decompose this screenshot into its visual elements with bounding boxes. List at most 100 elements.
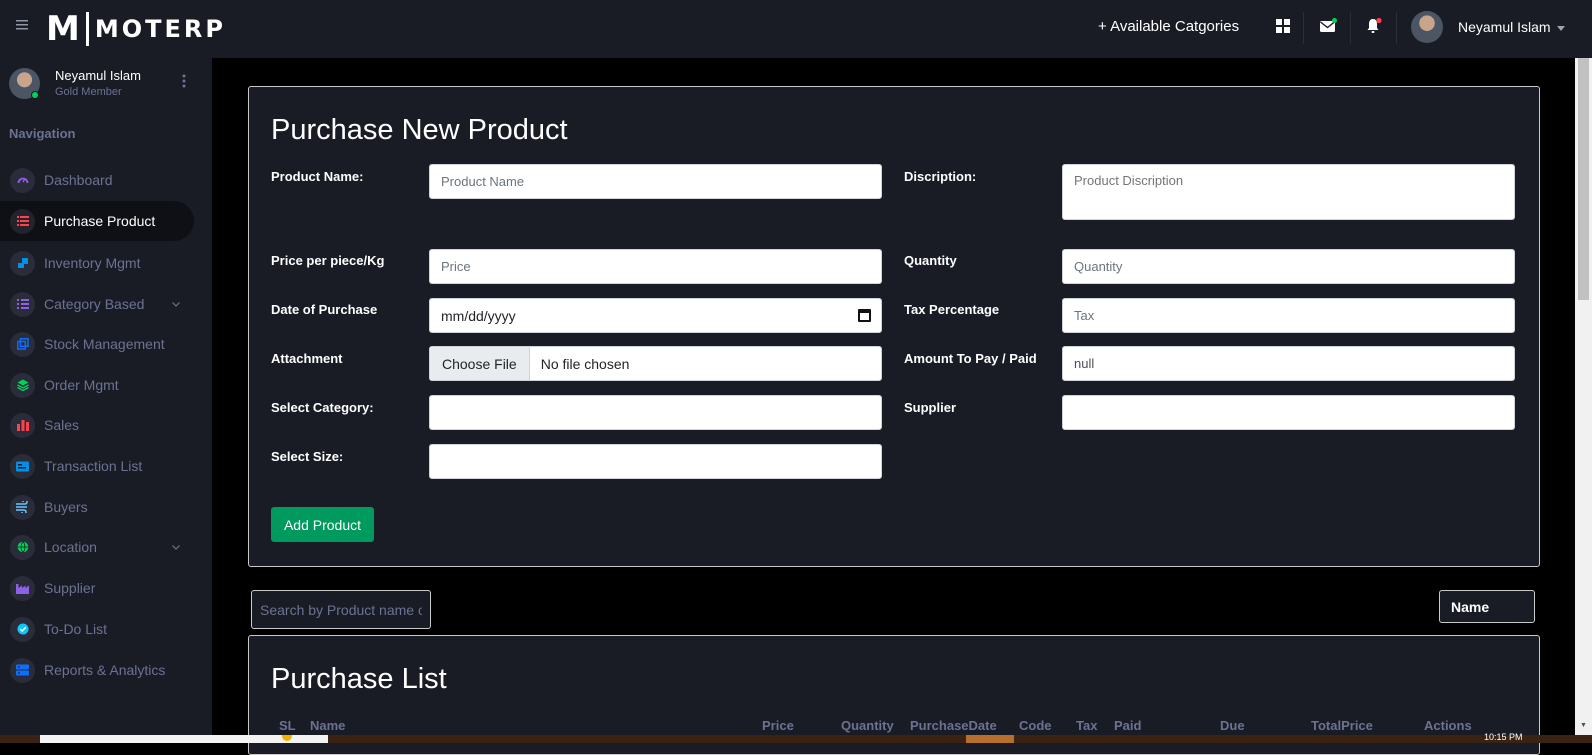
speedometer-icon [10, 167, 35, 193]
taskbar-app[interactable] [966, 735, 1014, 743]
layers-icon [10, 372, 35, 398]
inventory-icon [10, 250, 35, 276]
avatar[interactable] [1411, 11, 1443, 43]
sidebar-item-label: Purchase Product [44, 213, 156, 229]
list-title: Purchase List [271, 663, 447, 695]
list-icon [10, 208, 35, 234]
category-icon [10, 291, 35, 317]
user-menu[interactable]: Neyamul Islam [1458, 19, 1565, 35]
amount-input[interactable] [1062, 346, 1515, 381]
product-name-label: Product Name: [271, 169, 364, 184]
date-label: Date of Purchase [271, 302, 378, 317]
sidebar-item-label: Category Based [44, 296, 145, 312]
file-status: No file chosen [540, 355, 630, 372]
table-header-totalprice: TotalPrice [1311, 718, 1373, 733]
brand-logo[interactable]: M MOTERP [46, 9, 226, 49]
mail-icon[interactable] [1318, 16, 1338, 36]
sidebar-item-label: Stock Management [44, 336, 165, 352]
supplier-select[interactable] [1062, 395, 1515, 430]
purchase-date-input[interactable]: mm/dd/yyyy [429, 298, 882, 333]
attachment-label: Attachment [271, 351, 343, 366]
search-input[interactable] [251, 590, 431, 629]
check-circle-icon [10, 616, 35, 642]
sidebar-item-sales[interactable]: Sales [0, 405, 194, 445]
bell-icon[interactable] [1364, 16, 1384, 36]
nav-heading: Navigation [9, 126, 76, 141]
sidebar-item-inventory-mgmt[interactable]: Inventory Mgmt [0, 243, 194, 283]
sidebar-item-label: Sales [44, 417, 80, 433]
table-header-sl: SL [279, 718, 296, 733]
factory-icon [10, 575, 35, 601]
price-input[interactable] [429, 249, 882, 284]
sidebar-item-buyers[interactable]: Buyers [0, 487, 194, 527]
calendar-icon[interactable] [858, 309, 871, 322]
navbar-divider [1350, 12, 1351, 44]
sidebar-item-label: Inventory Mgmt [44, 255, 141, 271]
sidebar: Neyamul Islam Gold Member Navigation Das… [0, 58, 212, 743]
os-taskbar: 10:15 PM [0, 732, 1592, 743]
sidebar-item-to-do-list[interactable]: To-Do List [0, 609, 194, 649]
stock-icon [10, 331, 35, 357]
category-select[interactable] [429, 395, 882, 430]
choose-file-button[interactable]: Choose File [430, 347, 530, 380]
date-value: mm/dd/yyyy [441, 307, 516, 324]
taskbar-clock: 10:15 PM [1484, 732, 1523, 742]
tax-label: Tax Percentage [904, 302, 1000, 317]
sort-select[interactable]: Name [1439, 590, 1535, 623]
tax-input[interactable] [1062, 298, 1515, 333]
sidebar-item-reports-analytics[interactable]: Reports & Analytics [0, 650, 194, 690]
table-header-quantity: Quantity [841, 718, 894, 733]
top-navbar: M MOTERP + Available Catgories Neyamul I… [0, 0, 1592, 58]
product-name-input[interactable] [429, 164, 882, 199]
sidebar-item-location[interactable]: Location [0, 527, 194, 567]
add-product-button[interactable]: Add Product [271, 507, 374, 542]
sidebar-item-dashboard[interactable]: Dashboard [0, 160, 194, 200]
scrollbar-thumb[interactable] [1578, 58, 1589, 300]
menu-toggle-icon[interactable] [16, 17, 30, 37]
table-header-code: Code [1019, 718, 1052, 733]
sidebar-item-label: Reports & Analytics [44, 662, 166, 678]
bar-chart-icon [10, 412, 35, 438]
wind-icon [10, 494, 35, 520]
server-icon [10, 657, 35, 683]
sidebar-item-label: Order Mgmt [44, 377, 119, 393]
card-icon [10, 453, 35, 479]
table-header-purchasedate: PurchaseDate [910, 718, 997, 733]
quantity-input[interactable] [1062, 249, 1515, 284]
sidebar-item-label: To-Do List [44, 621, 108, 637]
logo-mark: M [46, 9, 82, 49]
page-title: Purchase New Product [271, 114, 568, 146]
chevron-down-icon [1556, 25, 1565, 31]
chevron-down-icon [172, 542, 180, 552]
size-select[interactable] [429, 444, 882, 479]
chevron-down-icon [172, 299, 180, 309]
more-vertical-icon[interactable] [182, 74, 186, 88]
sidebar-item-supplier[interactable]: Supplier [0, 568, 194, 608]
table-header-name: Name [310, 718, 346, 733]
sidebar-item-category-based[interactable]: Category Based [0, 284, 194, 324]
sidebar-item-order-mgmt[interactable]: Order Mgmt [0, 365, 194, 405]
sidebar-item-transaction-list[interactable]: Transaction List [0, 446, 194, 486]
scroll-down-arrow-icon[interactable]: ▼ [1580, 722, 1587, 729]
table-header-paid: Paid [1114, 718, 1142, 733]
description-label: Discription: [904, 169, 977, 184]
table-header-due: Due [1220, 718, 1245, 733]
size-label: Select Size: [271, 449, 344, 464]
description-field[interactable] [1062, 164, 1515, 220]
table-header-tax: Tax [1076, 718, 1098, 733]
online-status-dot [31, 91, 39, 99]
sidebar-item-label: Transaction List [44, 458, 143, 474]
logo-text: MOTERP [94, 15, 226, 43]
navbar-divider [1396, 12, 1397, 44]
available-categories-link[interactable]: + Available Catgories [1098, 18, 1239, 35]
sidebar-item-label: Buyers [44, 499, 88, 515]
sidebar-item-stock-management[interactable]: Stock Management [0, 324, 194, 364]
sidebar-item-purchase-product[interactable]: Purchase Product [0, 201, 194, 241]
profile-role: Gold Member [55, 86, 122, 98]
attachment-file-input[interactable]: Choose File No file chosen [429, 346, 882, 381]
logo-divider [85, 12, 89, 46]
price-label: Price per piece/Kg [271, 253, 385, 268]
navbar-divider [1303, 12, 1304, 44]
user-name: Neyamul Islam [1458, 19, 1551, 35]
apps-icon[interactable] [1273, 16, 1293, 36]
